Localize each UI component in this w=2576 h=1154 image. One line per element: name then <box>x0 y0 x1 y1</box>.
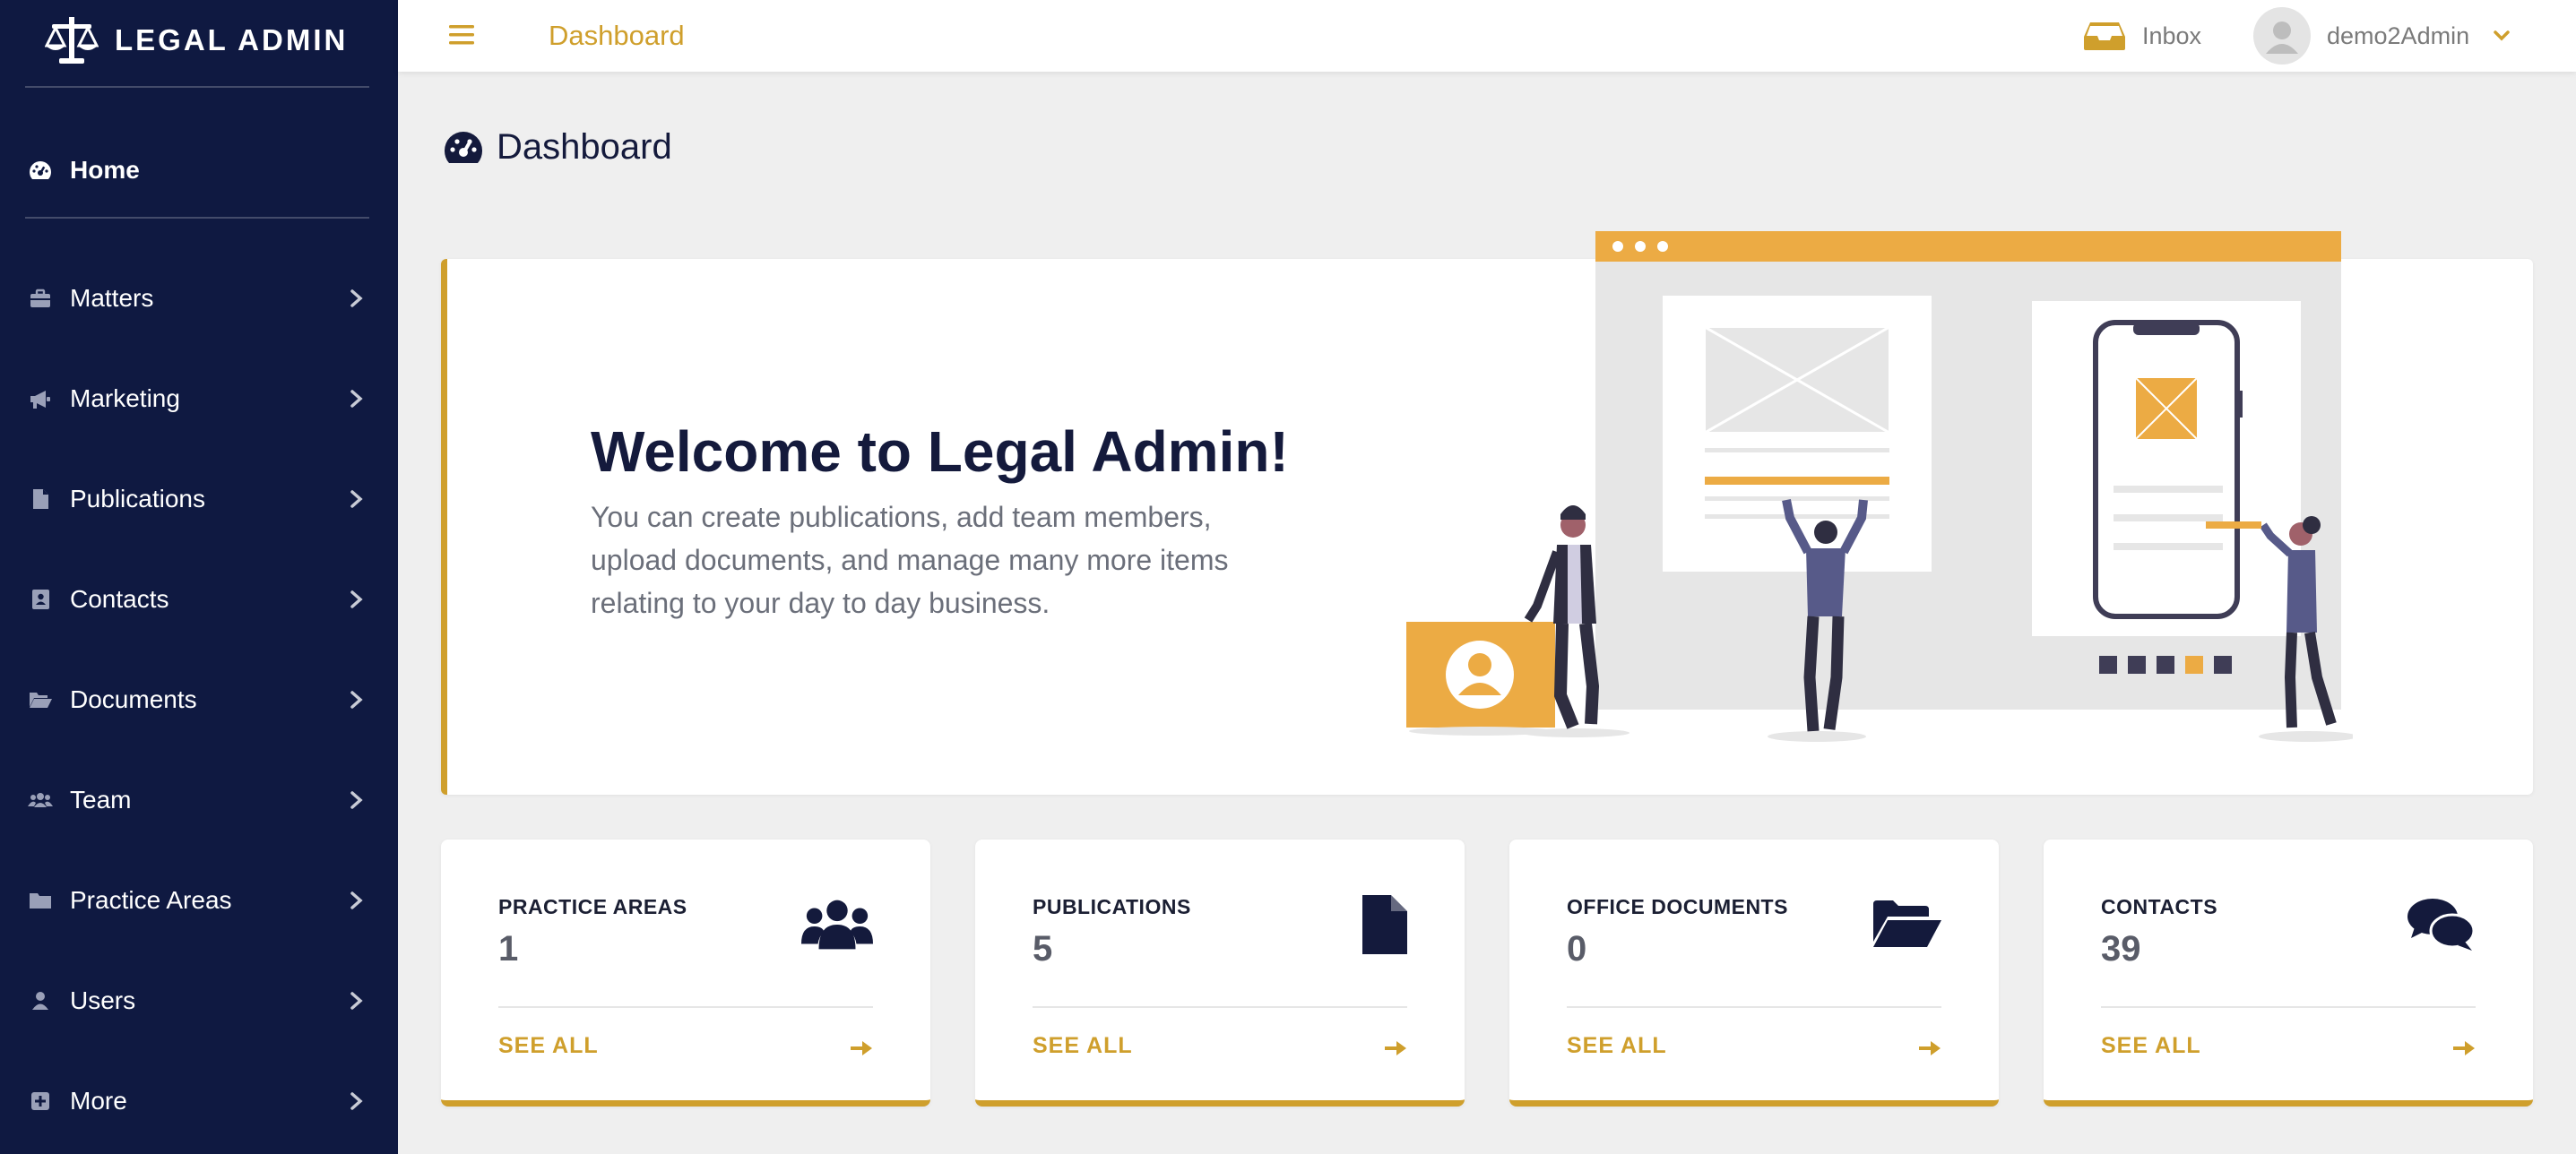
chevron-right-icon <box>350 590 363 608</box>
welcome-title: Welcome to Legal Admin! <box>591 419 1289 484</box>
sidebar-item-label: More <box>70 1087 127 1115</box>
sidebar-item-more[interactable]: More <box>25 1070 369 1132</box>
chevron-right-icon <box>350 390 363 408</box>
stat-label: OFFICE DOCUMENTS <box>1567 895 1788 918</box>
stat-card-practice-areas: PRACTICE AREAS 1 SEE ALL <box>441 840 930 1107</box>
arrow-right-icon[interactable] <box>850 1040 873 1056</box>
stat-card-office-documents: OFFICE DOCUMENTS 0 SEE ALL <box>1509 840 1999 1107</box>
chevron-right-icon <box>350 791 363 809</box>
top-bar: Dashboard Inbox demo2Admin <box>398 0 2576 72</box>
menu-toggle-icon[interactable] <box>448 22 475 48</box>
users-icon <box>801 893 873 956</box>
stat-value: 5 <box>1033 929 1053 969</box>
comments-icon <box>2404 893 2476 956</box>
sidebar-item-matters[interactable]: Matters <box>25 267 369 330</box>
sidebar-item-publications[interactable]: Publications <box>25 468 369 530</box>
users-icon <box>25 785 56 815</box>
briefcase-icon <box>25 283 56 314</box>
chevron-right-icon <box>350 490 363 508</box>
sidebar-item-label: Home <box>70 156 140 184</box>
chevron-right-icon <box>350 289 363 307</box>
chevron-down-icon <box>2494 30 2510 41</box>
sidebar-item-label: Contacts <box>70 585 169 613</box>
see-all-link[interactable]: SEE ALL <box>1033 1033 1133 1059</box>
brand-name: LEGAL ADMIN <box>115 23 349 56</box>
stat-card-contacts: CONTACTS 39 SEE ALL <box>2044 840 2533 1107</box>
address-book-icon <box>25 584 56 615</box>
chevron-right-icon <box>350 1092 363 1110</box>
see-all-link[interactable]: SEE ALL <box>2101 1033 2201 1059</box>
sidebar-item-marketing[interactable]: Marketing <box>25 367 369 430</box>
header-title[interactable]: Dashboard <box>549 20 685 52</box>
stat-value: 1 <box>498 929 519 969</box>
sidebar-item-label: Practice Areas <box>70 886 232 914</box>
inbox-label: Inbox <box>2142 22 2202 49</box>
divider <box>498 1006 873 1008</box>
welcome-illustration <box>1406 231 2353 742</box>
arrow-right-icon[interactable] <box>1384 1040 1407 1056</box>
sidebar-item-label: Marketing <box>70 384 180 412</box>
user-menu[interactable]: demo2Admin <box>2253 7 2511 65</box>
sidebar-item-label: Team <box>70 786 132 814</box>
chevron-right-icon <box>350 691 363 709</box>
welcome-text: You can create publications, add team me… <box>591 501 1229 619</box>
scales-icon <box>45 17 99 64</box>
sidebar-item-label: Publications <box>70 485 205 512</box>
chevron-right-icon <box>350 891 363 909</box>
sidebar-item-contacts[interactable]: Contacts <box>25 568 369 631</box>
divider <box>2101 1006 2476 1008</box>
sidebar-item-label: Matters <box>70 284 154 312</box>
see-all-link[interactable]: SEE ALL <box>1567 1033 1667 1059</box>
see-all-link[interactable]: SEE ALL <box>498 1033 599 1059</box>
dashboard-icon <box>25 155 56 185</box>
inbox-icon <box>2084 22 2125 50</box>
arrow-right-icon[interactable] <box>2452 1040 2476 1056</box>
stat-value: 0 <box>1567 929 1587 969</box>
sidebar-item-users[interactable]: Users <box>25 969 369 1032</box>
stat-label: PUBLICATIONS <box>1033 895 1191 918</box>
user-icon <box>25 986 56 1016</box>
divider <box>1567 1006 1941 1008</box>
page-title: Dashboard <box>443 127 672 168</box>
sidebar-item-home[interactable]: Home <box>25 133 369 219</box>
sidebar-item-label: Documents <box>70 685 197 713</box>
dashboard-icon <box>444 131 483 163</box>
sidebar-item-label: Users <box>70 986 136 1014</box>
inbox-button[interactable]: Inbox <box>2083 16 2201 56</box>
sidebar: LEGAL ADMIN Home Matters Marketing Publi… <box>0 0 398 1154</box>
sidebar-item-practice-areas[interactable]: Practice Areas <box>25 869 369 932</box>
folder-icon <box>25 885 56 916</box>
sidebar-item-team[interactable]: Team <box>25 769 369 831</box>
brand[interactable]: LEGAL ADMIN <box>25 0 369 88</box>
file-icon <box>25 484 56 514</box>
sidebar-item-documents[interactable]: Documents <box>25 668 369 731</box>
plus-square-icon <box>25 1086 56 1116</box>
default-avatar-icon <box>2266 22 2298 54</box>
stat-card-publications: PUBLICATIONS 5 SEE ALL <box>975 840 1465 1107</box>
folder-open-icon <box>1870 893 1941 956</box>
user-name: demo2Admin <box>2327 22 2470 49</box>
page-title-text: Dashboard <box>497 127 672 167</box>
stat-value: 39 <box>2101 929 2141 969</box>
bullhorn-icon <box>25 383 56 414</box>
chevron-right-icon <box>350 992 363 1010</box>
stat-label: CONTACTS <box>2101 895 2218 918</box>
stat-label: PRACTICE AREAS <box>498 895 687 918</box>
divider <box>1033 1006 1407 1008</box>
arrow-right-icon[interactable] <box>1918 1040 1941 1056</box>
avatar <box>2253 7 2311 65</box>
folder-open-icon <box>25 685 56 715</box>
file-icon <box>1336 893 1407 956</box>
